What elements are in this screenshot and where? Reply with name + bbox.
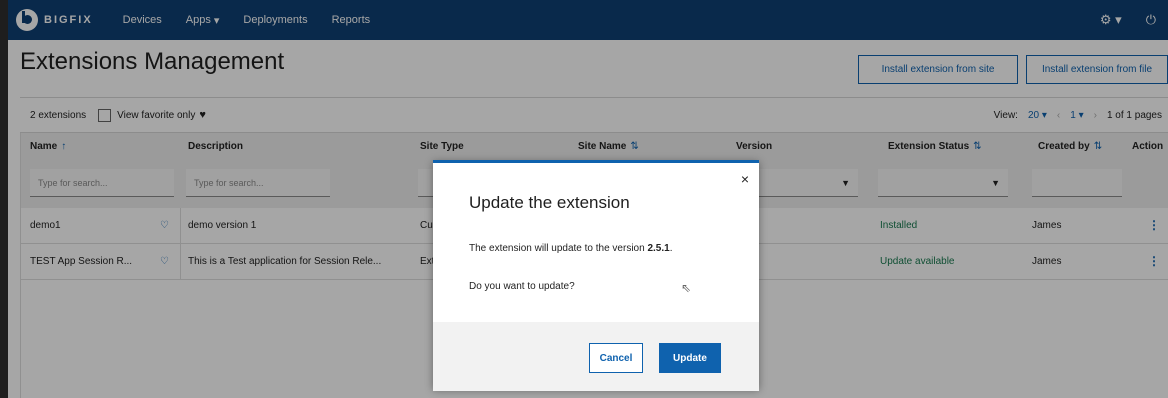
mouse-cursor-icon: ⇖: [681, 281, 692, 295]
version-value: 2.5.1: [647, 243, 670, 254]
update-button[interactable]: Update: [659, 343, 721, 373]
dialog-question: Do you want to update?: [469, 281, 575, 292]
dialog-message: The extension will update to the version…: [469, 243, 672, 254]
message-suffix: .: [669, 243, 673, 254]
message-prefix: The extension will update to the version: [469, 243, 648, 254]
dialog-title: Update the extension: [469, 193, 630, 212]
page: BIGFIX Devices Apps ▾ Deployments Reports…: [8, 0, 1168, 398]
cancel-button[interactable]: Cancel: [589, 343, 643, 373]
close-icon[interactable]: ×: [741, 171, 749, 187]
update-extension-dialog: × Update the extension The extension wil…: [433, 160, 759, 391]
